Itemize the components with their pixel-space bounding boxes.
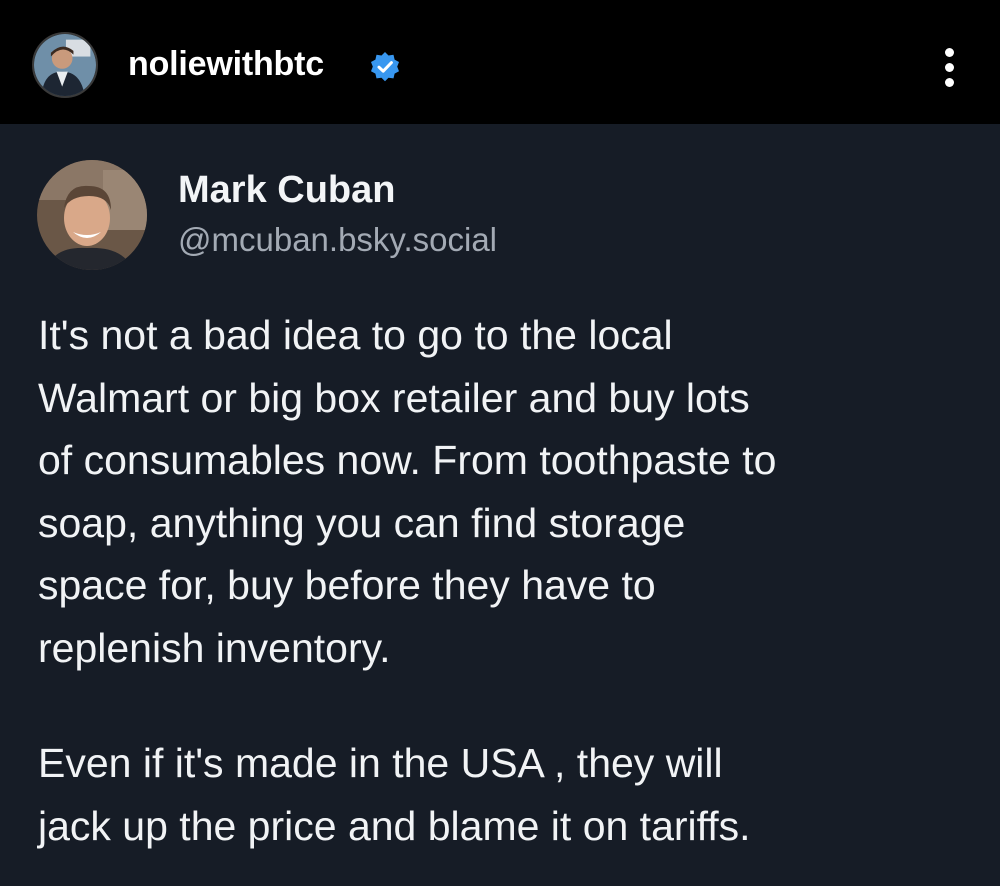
post-text-paragraph: It's not a bad idea to go to the local W… — [38, 312, 777, 671]
post-header: noliewithbtc — [0, 0, 1000, 124]
author-display-name[interactable]: Mark Cuban — [178, 168, 395, 212]
more-options-icon[interactable] — [930, 46, 970, 90]
profile-avatar-icon[interactable] — [32, 32, 98, 98]
more-dot — [945, 48, 954, 57]
post-card: Mark Cuban @mcuban.bsky.social It's not … — [0, 124, 1000, 886]
more-dot — [945, 78, 954, 87]
post-text-paragraph: Even if it's made in the USA , they will… — [38, 740, 751, 849]
more-dot — [945, 63, 954, 72]
author-handle[interactable]: @mcuban.bsky.social — [178, 220, 497, 260]
username[interactable]: noliewithbtc — [128, 44, 324, 84]
author-avatar-icon[interactable] — [37, 160, 147, 270]
verified-badge-icon — [369, 51, 401, 83]
